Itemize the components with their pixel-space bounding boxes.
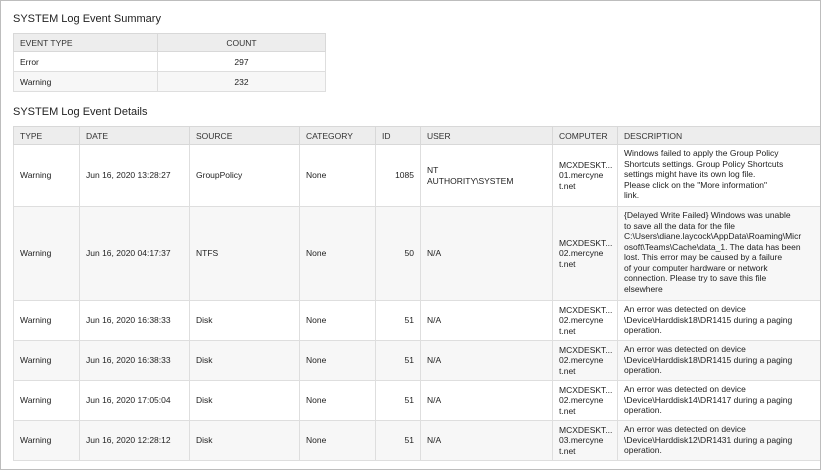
- summary-count-cell: 232: [157, 71, 326, 92]
- category-cell: None: [299, 340, 376, 381]
- type-cell: Warning: [13, 380, 80, 421]
- id-cell: 51: [375, 380, 421, 421]
- summary-row: Error 297: [13, 51, 326, 72]
- id-cell: 51: [375, 300, 421, 341]
- type-cell: Warning: [13, 206, 80, 301]
- details-col-description[interactable]: DESCRIPTION: [617, 126, 820, 145]
- id-cell: 51: [375, 420, 421, 461]
- type-cell: Warning: [13, 340, 80, 381]
- id-cell: 51: [375, 340, 421, 381]
- summary-type-cell: Error: [13, 51, 158, 72]
- description-cell: Windows failed to apply the Group Policy…: [617, 144, 820, 207]
- report-panel: SYSTEM Log Event Summary EVENT TYPE COUN…: [0, 0, 821, 470]
- details-row: Warning Jun 16, 2020 13:28:27 GroupPolic…: [13, 144, 820, 207]
- details-col-computer[interactable]: COMPUTER: [552, 126, 618, 145]
- summary-type-cell: Warning: [13, 71, 158, 92]
- details-table: TYPE DATE SOURCE CATEGORY ID USER COMPUT…: [13, 126, 820, 461]
- source-cell: Disk: [189, 380, 300, 421]
- details-row: Warning Jun 16, 2020 04:17:37 NTFS None …: [13, 206, 820, 301]
- category-cell: None: [299, 300, 376, 341]
- date-cell: Jun 16, 2020 13:28:27: [79, 144, 190, 207]
- details-col-id[interactable]: ID: [375, 126, 421, 145]
- details-row: Warning Jun 16, 2020 12:28:12 Disk None …: [13, 420, 820, 461]
- summary-col-count[interactable]: COUNT: [157, 33, 326, 52]
- details-row: Warning Jun 16, 2020 17:05:04 Disk None …: [13, 380, 820, 421]
- description-cell: An error was detected on device \Device\H…: [617, 340, 820, 381]
- id-cell: 1085: [375, 144, 421, 207]
- user-cell: N/A: [420, 420, 553, 461]
- details-col-source[interactable]: SOURCE: [189, 126, 300, 145]
- details-header-row: TYPE DATE SOURCE CATEGORY ID USER COMPUT…: [13, 126, 820, 145]
- description-cell: An error was detected on device \Device\H…: [617, 420, 820, 461]
- source-cell: Disk: [189, 300, 300, 341]
- summary-col-event-type[interactable]: EVENT TYPE: [13, 33, 158, 52]
- summary-count-cell: 297: [157, 51, 326, 72]
- description-cell: An error was detected on device \Device\H…: [617, 380, 820, 421]
- date-cell: Jun 16, 2020 16:38:33: [79, 300, 190, 341]
- user-cell: N/A: [420, 340, 553, 381]
- summary-table: EVENT TYPE COUNT Error 297 Warning 232: [13, 33, 326, 92]
- date-cell: Jun 16, 2020 12:28:12: [79, 420, 190, 461]
- user-cell: N/A: [420, 300, 553, 341]
- user-cell: NT AUTHORITY\SYSTEM: [420, 144, 553, 207]
- user-cell: N/A: [420, 380, 553, 421]
- summary-title: SYSTEM Log Event Summary: [13, 13, 161, 25]
- description-cell: An error was detected on device \Device\H…: [617, 300, 820, 341]
- id-cell: 50: [375, 206, 421, 301]
- computer-cell: MCXDESKT... 02.mercyne t.net: [552, 340, 618, 381]
- date-cell: Jun 16, 2020 17:05:04: [79, 380, 190, 421]
- details-col-user[interactable]: USER: [420, 126, 553, 145]
- summary-row: Warning 232: [13, 71, 326, 92]
- user-cell: N/A: [420, 206, 553, 301]
- source-cell: GroupPolicy: [189, 144, 300, 207]
- source-cell: Disk: [189, 340, 300, 381]
- details-row: Warning Jun 16, 2020 16:38:33 Disk None …: [13, 300, 820, 341]
- type-cell: Warning: [13, 144, 80, 207]
- computer-cell: MCXDESKT... 02.mercyne t.net: [552, 380, 618, 421]
- category-cell: None: [299, 206, 376, 301]
- type-cell: Warning: [13, 420, 80, 461]
- type-cell: Warning: [13, 300, 80, 341]
- details-col-type[interactable]: TYPE: [13, 126, 80, 145]
- computer-cell: MCXDESKT... 02.mercyne t.net: [552, 300, 618, 341]
- summary-header-row: EVENT TYPE COUNT: [13, 33, 326, 52]
- computer-cell: MCXDESKT... 01.mercyne t.net: [552, 144, 618, 207]
- category-cell: None: [299, 144, 376, 207]
- category-cell: None: [299, 380, 376, 421]
- computer-cell: MCXDESKT... 03.mercyne t.net: [552, 420, 618, 461]
- computer-cell: MCXDESKT... 02.mercyne t.net: [552, 206, 618, 301]
- details-title: SYSTEM Log Event Details: [13, 106, 148, 118]
- details-row: Warning Jun 16, 2020 16:38:33 Disk None …: [13, 340, 820, 381]
- date-cell: Jun 16, 2020 04:17:37: [79, 206, 190, 301]
- details-col-category[interactable]: CATEGORY: [299, 126, 376, 145]
- date-cell: Jun 16, 2020 16:38:33: [79, 340, 190, 381]
- category-cell: None: [299, 420, 376, 461]
- description-cell: {Delayed Write Failed} Windows was unabl…: [617, 206, 820, 301]
- source-cell: NTFS: [189, 206, 300, 301]
- details-col-date[interactable]: DATE: [79, 126, 190, 145]
- source-cell: Disk: [189, 420, 300, 461]
